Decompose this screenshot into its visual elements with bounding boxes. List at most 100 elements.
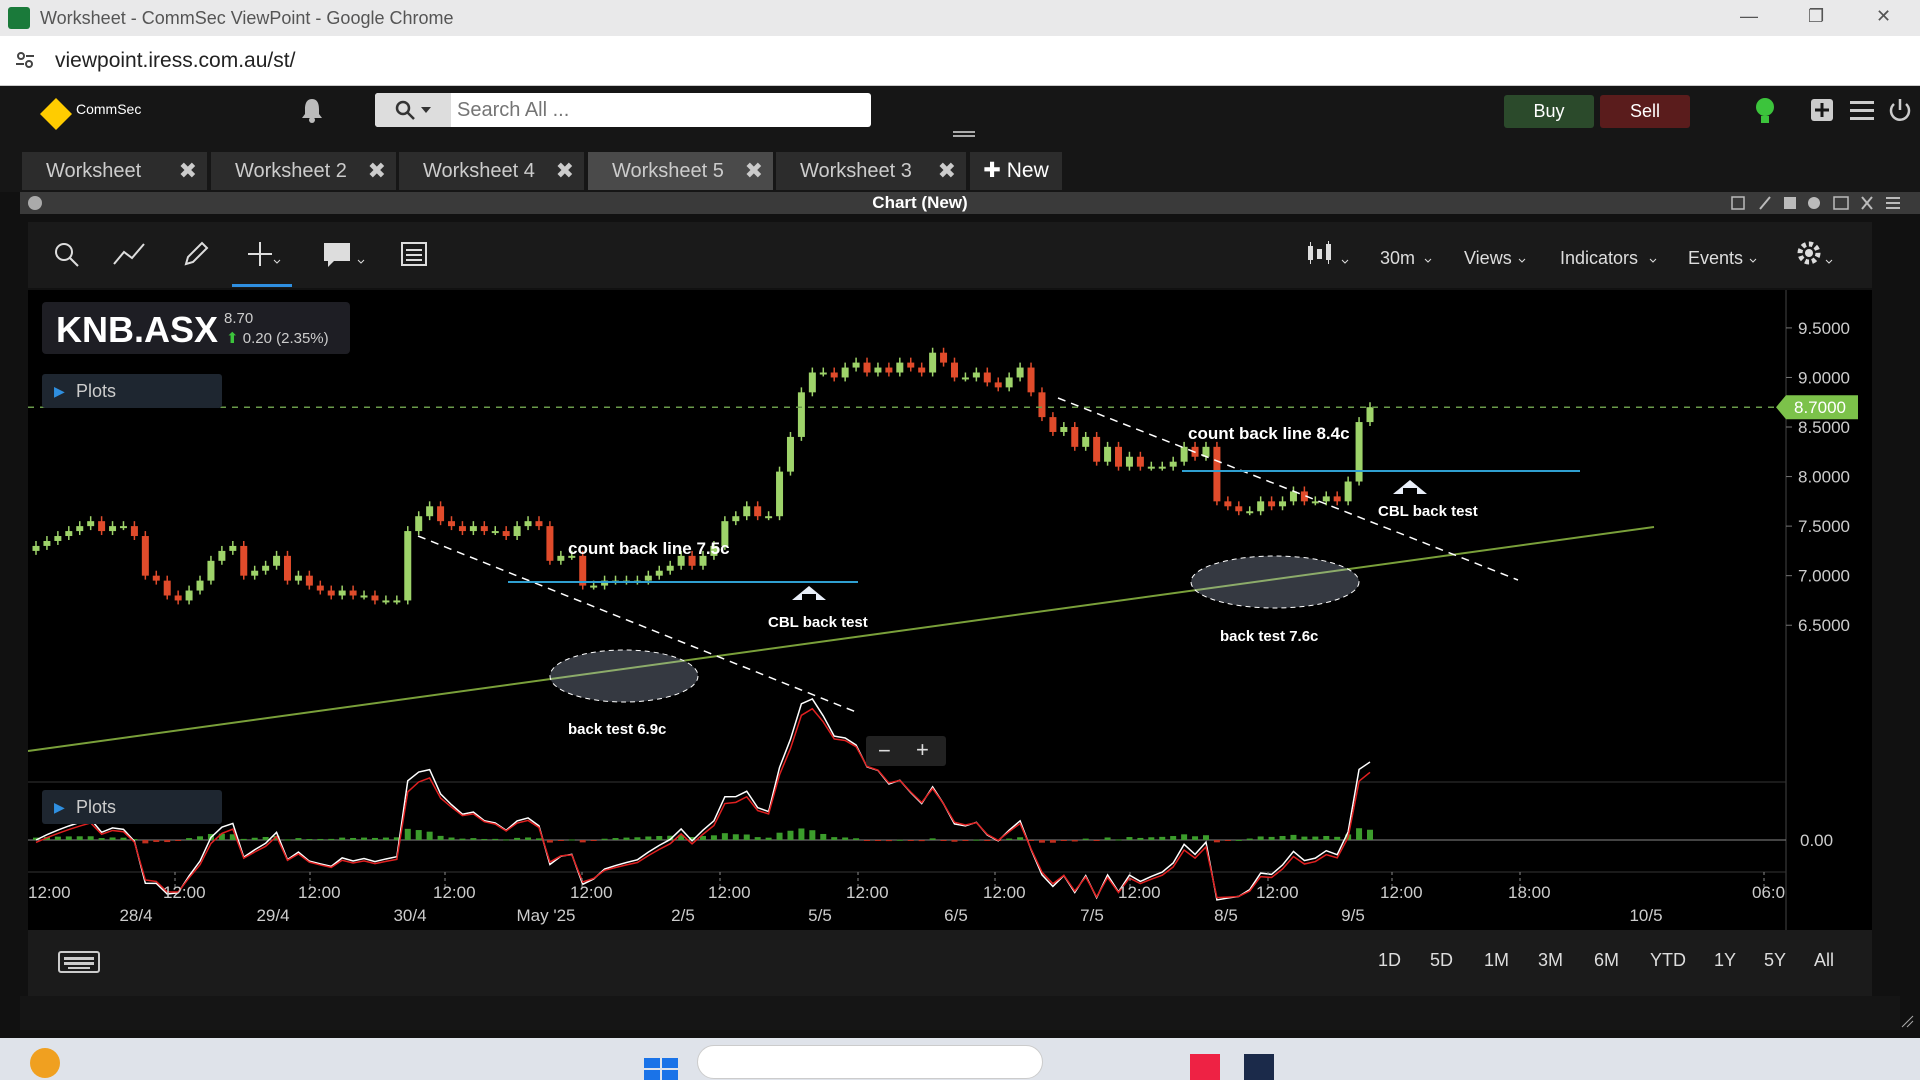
tab-worksheet-4[interactable]: Worksheet 4 ✖ <box>399 152 584 190</box>
close-tab-icon[interactable]: ✖ <box>179 152 197 190</box>
range-button-1y[interactable]: 1Y <box>1714 950 1736 971</box>
macd-histogram-bar <box>514 837 521 840</box>
macd-histogram-bar <box>361 837 368 840</box>
plots-label: Plots <box>76 381 117 401</box>
pencil-draw-icon[interactable] <box>182 240 210 268</box>
close-tab-icon[interactable]: ✖ <box>368 152 386 190</box>
candle-body <box>262 565 270 571</box>
site-settings-icon[interactable] <box>14 49 36 71</box>
candle-body <box>98 521 106 532</box>
plots-toggle-price[interactable]: ▶ Plots <box>42 374 222 408</box>
active-tool-indicator <box>232 284 292 287</box>
macd-histogram-bar <box>634 837 641 840</box>
candle-body <box>557 555 565 561</box>
weather-icon[interactable] <box>30 1048 60 1078</box>
restore-icon[interactable]: ❐ <box>1808 6 1824 27</box>
candle-body <box>1038 392 1046 418</box>
menu-icon[interactable] <box>1850 100 1874 122</box>
candlestick-type-icon[interactable] <box>1306 240 1354 270</box>
macd-histogram-bar <box>186 838 193 840</box>
plots-toggle-indicator[interactable]: ▶ Plots <box>42 790 222 824</box>
macd-histogram-bar <box>1334 836 1341 840</box>
notifications-bell-icon[interactable] <box>298 96 326 124</box>
range-button-6m[interactable]: 6M <box>1594 950 1619 971</box>
add-icon[interactable] <box>1810 98 1834 122</box>
interval-selector[interactable]: 30m <box>1380 248 1415 269</box>
symbol-box[interactable]: KNB.ASX 8.70 ⬆ 0.20 (2.35%) <box>42 302 350 354</box>
tab-worksheet-2[interactable]: Worksheet 2 ✖ <box>211 152 396 190</box>
power-icon[interactable] <box>1888 98 1912 122</box>
candle-body <box>743 506 751 517</box>
chrome-taskbar-icon[interactable] <box>1190 1054 1220 1080</box>
tab-worksheet-5[interactable]: Worksheet 5 ✖ <box>588 152 773 190</box>
chart-annotation: count back line 7.5c <box>568 539 730 558</box>
range-button-5y[interactable]: 5Y <box>1764 950 1786 971</box>
macd-histogram-bar <box>1170 836 1177 840</box>
macd-histogram-bar <box>306 838 313 840</box>
minimize-icon[interactable]: — <box>1740 6 1758 27</box>
lightbulb-icon[interactable] <box>1752 96 1778 126</box>
macd-histogram-bar <box>743 834 750 840</box>
close-tab-icon[interactable]: ✖ <box>745 152 763 190</box>
range-button-1m[interactable]: 1M <box>1484 950 1509 971</box>
comment-icon[interactable] <box>322 240 368 270</box>
search-input[interactable] <box>451 93 871 127</box>
candle-body <box>294 575 302 581</box>
app-taskbar-icon[interactable] <box>1244 1054 1274 1080</box>
macd-histogram-bar <box>710 835 717 840</box>
range-button-3m[interactable]: 3M <box>1538 950 1563 971</box>
address-bar[interactable]: viewpoint.iress.com.au/st/ <box>0 36 1920 86</box>
chart-canvas[interactable]: 9.5000 9.0000 8.5000 8.0000 7.5000 7.0000 6.50… <box>28 290 1872 930</box>
trend-line-icon[interactable] <box>112 240 146 268</box>
close-window-icon[interactable]: ✕ <box>1876 6 1891 27</box>
macd-histogram-bar <box>853 838 860 840</box>
table-icon[interactable] <box>400 240 428 268</box>
range-button-1d[interactable]: 1D <box>1378 950 1401 971</box>
macd-histogram-bar <box>98 838 105 840</box>
resize-grip-icon[interactable] <box>1900 1014 1914 1028</box>
tab-worksheet-3[interactable]: Worksheet 3 ✖ <box>776 152 966 190</box>
macd-histogram-bar <box>382 837 389 840</box>
candle-body <box>1279 501 1287 507</box>
search-type-button[interactable] <box>375 93 451 127</box>
tab-worksheet[interactable]: Worksheet ✖ <box>22 152 207 190</box>
range-button-ytd[interactable]: YTD <box>1650 950 1686 971</box>
settings-gear-icon[interactable] <box>1796 240 1836 270</box>
start-icon[interactable] <box>644 1058 678 1080</box>
candle-body <box>1136 456 1144 467</box>
price-chart[interactable]: 9.5000 9.0000 8.5000 8.0000 7.5000 7.0000 6.50… <box>28 290 1872 930</box>
os-search-box[interactable] <box>697 1045 1043 1079</box>
panel-resize-handle-icon[interactable] <box>952 130 976 138</box>
zoom-out-button[interactable]: − <box>878 738 891 764</box>
candle-body <box>874 367 882 373</box>
date-label: 29/4 <box>256 906 289 925</box>
buy-button[interactable]: Buy <box>1504 95 1594 128</box>
commsec-logo-icon <box>40 98 72 130</box>
keyboard-icon[interactable] <box>58 950 100 974</box>
candle-body <box>972 372 980 378</box>
macd-histogram-bar <box>481 838 488 840</box>
candle-body <box>480 526 488 532</box>
crosshair-icon[interactable] <box>246 240 282 270</box>
candle-body <box>251 570 259 576</box>
zoom-search-icon[interactable] <box>52 240 80 268</box>
new-tab-button[interactable]: ✚ New <box>970 152 1062 190</box>
candle-body <box>732 516 740 522</box>
macd-histogram-bar <box>404 828 411 840</box>
close-tab-icon[interactable]: ✖ <box>938 152 956 190</box>
range-button-all[interactable]: All <box>1814 950 1834 971</box>
time-label: 12:00 <box>1256 883 1299 902</box>
panel-controls[interactable] <box>1730 194 1900 212</box>
candle-body <box>32 545 40 551</box>
macd-histogram-bar <box>765 837 772 840</box>
zoom-in-button[interactable]: + <box>916 737 929 763</box>
close-tab-icon[interactable]: ✖ <box>556 152 574 190</box>
browser-title-bar: Worksheet - CommSec ViewPoint - Google C… <box>0 0 1920 36</box>
candle-body <box>896 362 904 373</box>
macd-histogram-bar <box>240 838 247 840</box>
range-button-5d[interactable]: 5D <box>1430 950 1453 971</box>
sell-button[interactable]: Sell <box>1600 95 1690 128</box>
macd-histogram-bar <box>1126 837 1133 840</box>
candle-body <box>87 521 95 527</box>
candle-body <box>765 516 773 519</box>
